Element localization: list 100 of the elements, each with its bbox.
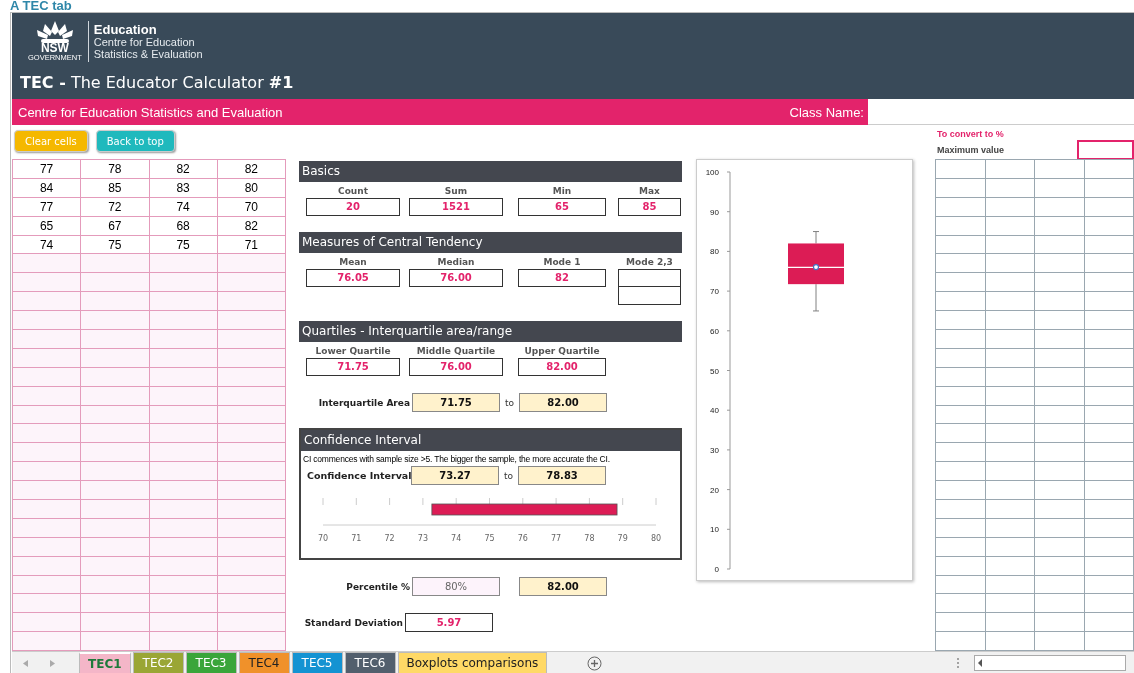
score-cell[interactable]: 78	[80, 159, 149, 179]
banner-text: Centre for Education Statistics and Evaluation	[17, 104, 284, 120]
field-label: Mode 1	[543, 257, 581, 269]
field-label: Count	[338, 186, 368, 198]
section-header: Quartiles - Interquartile area/range	[299, 321, 682, 342]
score-cell[interactable]: 82	[217, 216, 286, 236]
convert-heading: To convert to %	[937, 128, 1005, 140]
field-label: Upper Quartile	[524, 346, 600, 358]
field-label: Sum	[444, 186, 468, 198]
score-cell[interactable]: 65	[12, 216, 81, 236]
score-cell[interactable]: 68	[149, 216, 218, 236]
tick-label: 0	[714, 565, 719, 574]
score-cell[interactable]: 74	[12, 235, 81, 254]
field-label: Middle Quartile	[416, 346, 496, 358]
tick-label: 40	[710, 406, 719, 416]
value-cell: 71.75	[412, 393, 500, 412]
tick-label: 80	[650, 534, 662, 543]
tick-label: 90	[710, 207, 719, 217]
field-label: Lower Quartile	[315, 346, 391, 358]
field-label: Mode 2,3	[626, 257, 673, 269]
tick-label: 50	[710, 366, 719, 376]
section-header: Measures of Central Tendency	[299, 232, 682, 253]
score-cell[interactable]: 80	[217, 178, 286, 198]
value-cell: 76.05	[306, 269, 400, 287]
field-label: Standard Deviation	[303, 617, 404, 628]
tick-label: 60	[710, 326, 719, 336]
value-cell: 85	[618, 198, 681, 216]
score-cell[interactable]: 82	[217, 159, 286, 179]
empty-value-cell	[618, 269, 681, 287]
value-cell: 82	[518, 269, 606, 287]
value-cell: 20	[306, 198, 400, 216]
empty-value-cell	[618, 287, 681, 305]
calculator-title: TEC - The Educator Calculator #1	[19, 72, 295, 92]
org-name: Education	[93, 22, 158, 36]
sheet-tab[interactable]: TEC6	[344, 652, 396, 673]
score-cell[interactable]: 72	[80, 197, 149, 217]
tick-label: 74	[451, 534, 462, 543]
tick-label: 71	[351, 534, 362, 543]
score-cell[interactable]: 70	[217, 197, 286, 217]
tick-label: 70	[710, 287, 719, 297]
tick-label: 80	[710, 247, 719, 257]
horizontal-scrollbar[interactable]	[974, 655, 1127, 671]
section-header: Confidence Interval	[301, 430, 680, 451]
score-cell[interactable]: 74	[149, 197, 218, 217]
field-label: Mean	[339, 257, 367, 269]
tick-label: 100	[705, 168, 719, 177]
maximum-value-field[interactable]	[1077, 140, 1134, 160]
tick-label: 73	[417, 534, 428, 543]
waratah-flower-icon	[34, 20, 75, 43]
score-cell[interactable]: 75	[80, 235, 149, 254]
score-cell[interactable]: 75	[149, 235, 218, 254]
sheet-tab[interactable]: TEC4	[238, 652, 290, 673]
tick-label: 30	[710, 445, 719, 455]
value-cell: 82.00	[519, 577, 607, 596]
tick-label: 75	[484, 534, 495, 543]
percentile-input-field[interactable]: 80%	[412, 577, 500, 596]
sheet-tab[interactable]: Boxplots comparisons	[397, 652, 548, 673]
field-label: Max	[639, 186, 660, 198]
document-heading: A TEC tab	[9, 0, 73, 12]
class-name-label: Class Name:	[789, 104, 865, 120]
score-cell[interactable]: 77	[12, 159, 81, 179]
field-label: Confidence Interval	[306, 470, 411, 481]
range-joiner: to	[503, 397, 515, 408]
tick-label: 77	[551, 534, 562, 543]
tick-label: 72	[384, 534, 395, 543]
value-cell: 1521	[409, 198, 503, 216]
confidence-note: CI commences with sample size >5. The bigger the sample, the more accurate the CI.	[302, 453, 611, 464]
field-label: Interquartile Area	[317, 397, 411, 408]
score-cell[interactable]: 84	[12, 178, 81, 198]
score-cell[interactable]: 67	[80, 216, 149, 236]
score-cell[interactable]: 71	[217, 235, 286, 254]
scroll-right-icon[interactable]	[50, 659, 55, 667]
value-cell: 82.00	[518, 358, 606, 376]
more-options-icon[interactable]	[956, 657, 961, 669]
value-cell: 82.00	[519, 393, 607, 412]
field-label: Median	[437, 257, 475, 269]
value-cell: 73.27	[411, 466, 499, 485]
tick-label: 78	[584, 534, 595, 543]
logo-wordmark: NSW	[40, 42, 69, 54]
org-unit-line: Statistics & Evaluation	[93, 47, 203, 60]
tick-label: 70	[317, 534, 329, 543]
class-name-field[interactable]	[868, 99, 1134, 125]
org-unit-line: Centre for Education	[93, 35, 196, 48]
tick-label: 20	[710, 485, 719, 495]
range-joiner: to	[502, 470, 514, 481]
score-cell[interactable]: 82	[149, 159, 218, 179]
value-cell: 76.00	[409, 269, 503, 287]
value-cell: 78.83	[518, 466, 606, 485]
tick-label: 76	[517, 534, 528, 543]
value-cell: 76.00	[409, 358, 503, 376]
tick-label: 79	[617, 534, 628, 543]
score-cell[interactable]: 77	[12, 197, 81, 217]
score-cell[interactable]: 83	[149, 178, 218, 198]
score-cell[interactable]: 85	[80, 178, 149, 198]
value-cell: 71.75	[306, 358, 400, 376]
add-sheet-icon[interactable]	[587, 655, 603, 671]
field-label: Min	[552, 186, 572, 198]
field-label: Percentile %	[345, 581, 411, 592]
maximum-value-label: Maximum value	[937, 145, 1005, 155]
section-header: Basics	[299, 161, 682, 182]
